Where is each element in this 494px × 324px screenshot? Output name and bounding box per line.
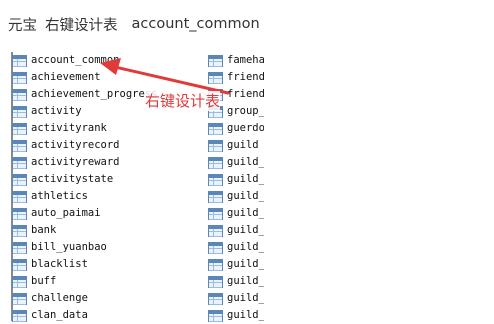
annotation-arrow xyxy=(100,58,230,95)
annotation-label: 右键设计表 xyxy=(145,91,221,111)
